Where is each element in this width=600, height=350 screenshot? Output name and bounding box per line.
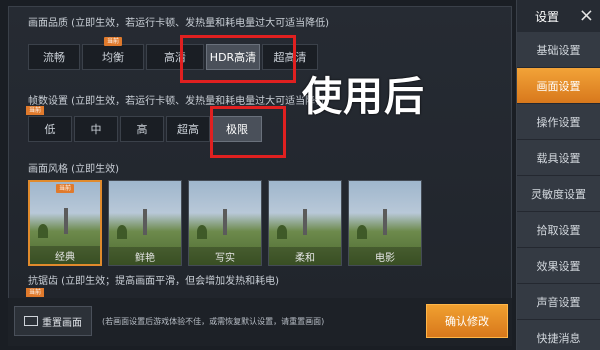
reset-icon [24, 316, 38, 326]
style-option-label: 经典 [30, 246, 100, 264]
quality-option-balanced[interactable]: 当前 均衡 [82, 37, 144, 70]
current-tag: 当前 [55, 184, 75, 193]
tree-graphic [357, 225, 367, 239]
sidebar-item-sound[interactable]: 声音设置 [517, 284, 600, 320]
sidebar-item-vehicle[interactable]: 载具设置 [517, 140, 600, 176]
aa-section-title: 抗锯齿 (立即生效；提高画面平滑，但会增加发热和耗电) [28, 276, 279, 287]
style-option-classic[interactable]: 当前 经典 [28, 180, 102, 266]
sidebar-item-effects[interactable]: 效果设置 [517, 248, 600, 284]
style-option-label: 电影 [349, 247, 421, 265]
tower-graphic [383, 209, 387, 235]
reset-hint: (若画面设置后游戏体验不佳，或需恢复默认设置，请重置画面) [102, 317, 325, 326]
tower-graphic [223, 209, 227, 235]
style-option-label: 柔和 [269, 247, 341, 265]
current-tag: 当前 [103, 37, 123, 46]
style-options: 当前 经典 鲜艳 写实 柔和 电影 [28, 180, 428, 266]
settings-sidebar: 设置 × 基础设置 画面设置 操作设置 载具设置 灵敏度设置 拾取设置 效果设置… [516, 0, 600, 350]
framerate-section-title: 帧数设置 (立即生效，若运行卡顿、发热量和耗电量过大可适当降低) [28, 96, 329, 107]
tree-graphic [197, 225, 207, 239]
framerate-option-medium[interactable]: 中 [74, 116, 118, 142]
sidebar-item-controls[interactable]: 操作设置 [517, 104, 600, 140]
tower-graphic [143, 209, 147, 235]
quality-option-label: 均衡 [102, 51, 124, 64]
sidebar-item-pickup[interactable]: 拾取设置 [517, 212, 600, 248]
tree-graphic [117, 225, 127, 239]
framerate-option-low[interactable]: 低 [28, 116, 72, 142]
highlight-box-quality [180, 35, 296, 83]
sidebar-title: 设置 [535, 9, 560, 24]
style-section-title: 画面风格 (立即生效) [28, 164, 119, 175]
current-tag: 当前 [26, 106, 45, 115]
style-option-label: 鲜艳 [109, 247, 181, 265]
style-option-soft[interactable]: 柔和 [268, 180, 342, 266]
tower-graphic [303, 209, 307, 235]
reset-label: 重置画面 [42, 317, 82, 329]
highlight-box-framerate [210, 106, 286, 158]
style-option-vivid[interactable]: 鲜艳 [108, 180, 182, 266]
style-option-realistic[interactable]: 写实 [188, 180, 262, 266]
confirm-button[interactable]: 确认修改 [426, 304, 508, 338]
sidebar-item-graphics[interactable]: 画面设置 [517, 68, 600, 104]
sidebar-header: 设置 × [517, 0, 600, 32]
style-option-label: 写实 [189, 247, 261, 265]
close-icon[interactable]: × [579, 7, 594, 25]
tree-graphic [277, 225, 287, 239]
quality-option-smooth[interactable]: 流畅 [28, 44, 80, 70]
annotation-text: 使用后 [302, 74, 425, 120]
sidebar-item-basic[interactable]: 基础设置 [517, 32, 600, 68]
quality-section-title: 画面品质 (立即生效，若运行卡顿、发热量和耗电量过大可适当降低) [28, 18, 329, 29]
sidebar-item-sensitivity[interactable]: 灵敏度设置 [517, 176, 600, 212]
framerate-option-ultra[interactable]: 超高 [166, 116, 210, 142]
sidebar-item-quick-messages[interactable]: 快捷消息 [517, 320, 600, 350]
reset-graphics-button[interactable]: 重置画面 [14, 306, 92, 336]
style-option-cinema[interactable]: 电影 [348, 180, 422, 266]
tree-graphic [38, 224, 48, 238]
tower-graphic [64, 208, 68, 234]
framerate-option-high[interactable]: 高 [120, 116, 164, 142]
current-tag: 当前 [26, 288, 45, 297]
